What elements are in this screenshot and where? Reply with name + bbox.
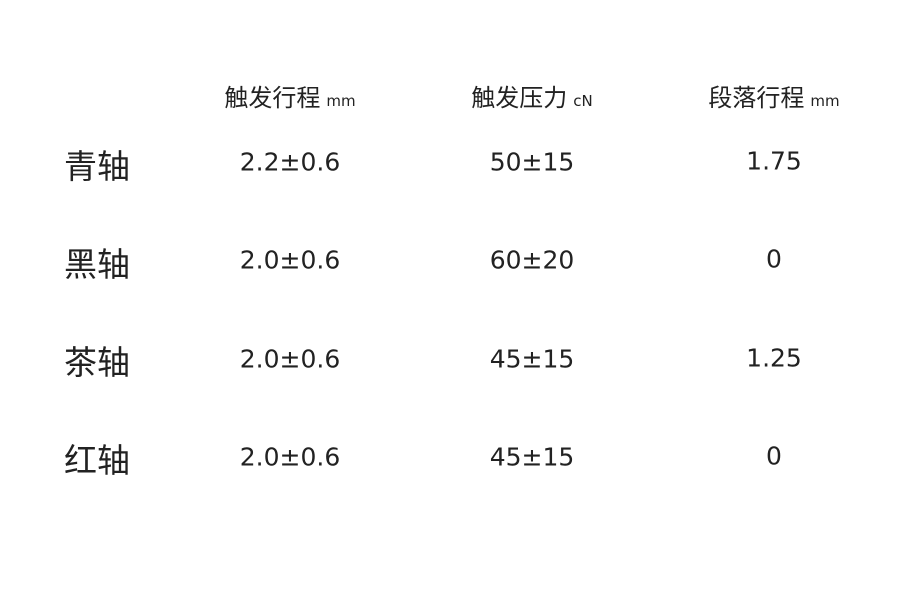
header-label: 段落行程 xyxy=(708,84,805,112)
row-label: 红轴 xyxy=(64,441,130,480)
cell-tactile-travel: 1.25 xyxy=(746,343,802,373)
header-actuation-force: 触发压力 cN xyxy=(471,78,592,113)
cell-actuation-travel: 2.0±0.6 xyxy=(239,344,341,374)
header-unit: mm xyxy=(326,92,356,110)
header-label: 触发压力 xyxy=(471,84,568,112)
header-unit: cN xyxy=(573,92,593,110)
cell-tactile-travel: 0 xyxy=(766,441,782,471)
cell-actuation-force: 50±15 xyxy=(489,147,575,177)
header-unit: mm xyxy=(810,92,840,110)
cell-actuation-force: 60±20 xyxy=(489,245,575,275)
row-label: 黑轴 xyxy=(64,245,130,284)
header-actuation-travel: 触发行程 mm xyxy=(224,78,355,113)
cell-actuation-force: 45±15 xyxy=(489,442,575,472)
header-tactile-travel: 段落行程 mm xyxy=(708,78,839,113)
row-label: 青轴 xyxy=(64,147,130,186)
cell-tactile-travel: 1.75 xyxy=(746,146,802,176)
cell-actuation-travel: 2.0±0.6 xyxy=(239,245,341,275)
row-label: 茶轴 xyxy=(64,343,130,382)
cell-tactile-travel: 0 xyxy=(766,244,782,274)
cell-actuation-travel: 2.0±0.6 xyxy=(239,442,341,472)
header-label: 触发行程 xyxy=(224,84,321,112)
cell-actuation-force: 45±15 xyxy=(489,344,575,374)
cell-actuation-travel: 2.2±0.6 xyxy=(239,147,341,177)
